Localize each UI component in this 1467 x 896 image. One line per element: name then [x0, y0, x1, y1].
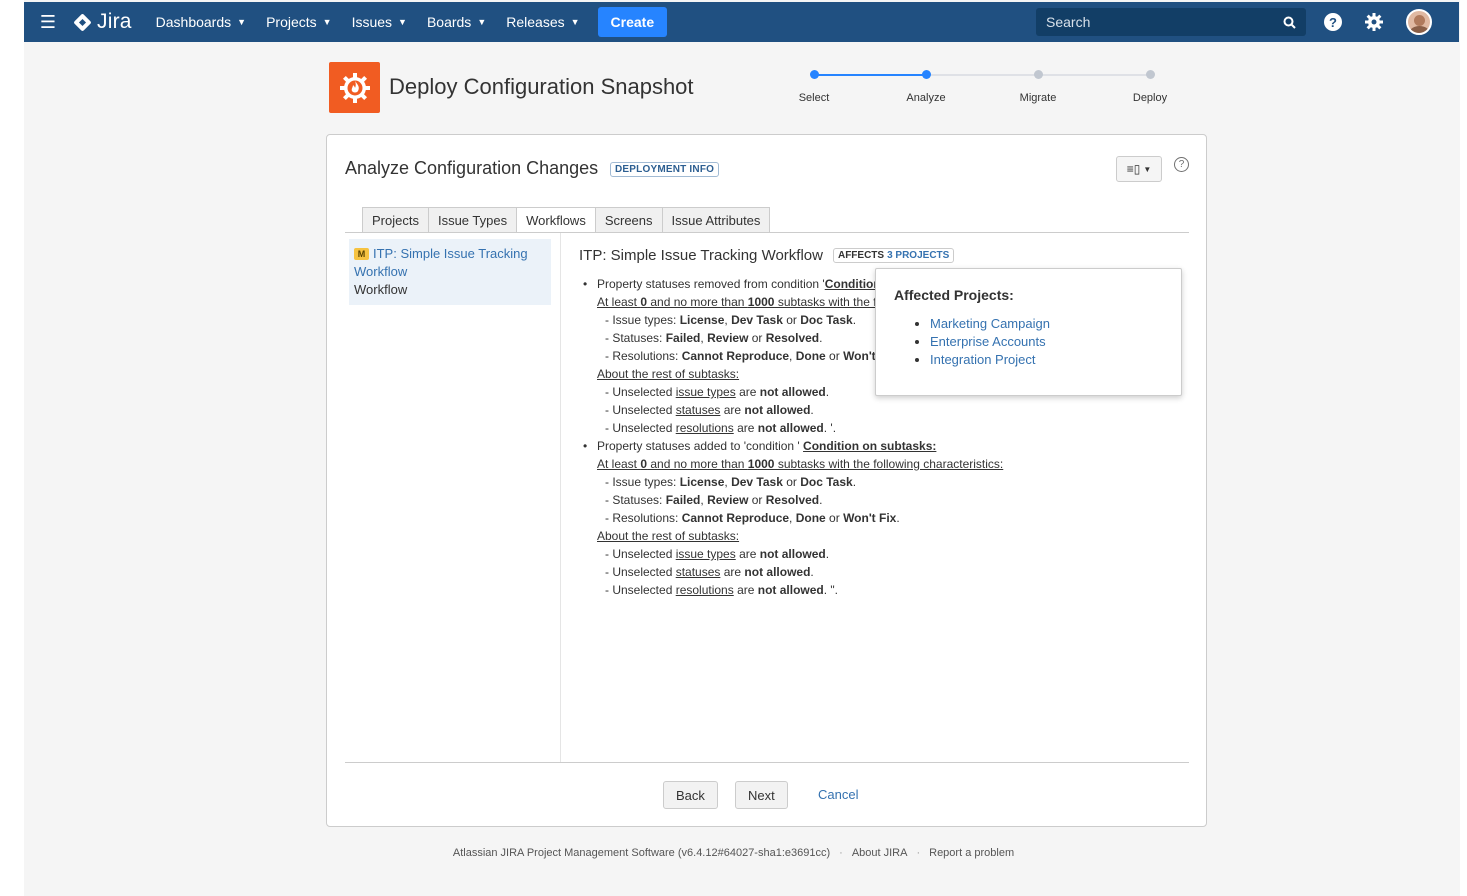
project-link[interactable]: Marketing Campaign	[930, 316, 1050, 331]
gear-flame-icon	[339, 72, 370, 103]
added-rest-label: About the rest of subtasks:	[597, 529, 740, 543]
footer-divider	[345, 762, 1189, 763]
sidebar-item-type: Workflow	[354, 282, 408, 297]
view-toggle-button[interactable]: ≡▯ ▼	[1116, 156, 1162, 182]
workflow-title: ITP: Simple Issue Tracking Workflow	[579, 247, 823, 264]
step-dot-migrate	[1034, 70, 1043, 79]
chevron-down-icon: ▼	[237, 17, 247, 27]
affects-count: 3 PROJECTS	[887, 250, 950, 261]
chevron-down-icon: ▼	[1143, 164, 1152, 174]
tab-divider	[345, 232, 1189, 233]
added-statuses-item: Property statuses added to 'condition ' …	[579, 437, 1179, 455]
gear-icon[interactable]	[1364, 12, 1384, 32]
list-item: Integration Project	[930, 351, 1163, 369]
next-button[interactable]: Next	[735, 781, 788, 809]
step-dot-analyze	[922, 70, 931, 79]
removed-prefix: Property statuses removed from condition…	[597, 277, 825, 291]
step-label-migrate: Migrate	[1019, 92, 1057, 104]
step-label-deploy: Deploy	[1132, 92, 1168, 104]
logo-text: Jira	[97, 10, 132, 33]
affected-projects-popover: Affected Projects: Marketing Campaign En…	[875, 268, 1182, 396]
page-title: Deploy Configuration Snapshot	[389, 74, 694, 99]
list-item: Marketing Campaign	[930, 315, 1163, 333]
cancel-link[interactable]: Cancel	[818, 787, 858, 802]
affects-projects-badge[interactable]: AFFECTS 3 PROJECTS	[832, 248, 955, 263]
popover-title: Affected Projects:	[894, 287, 1014, 303]
back-button[interactable]: Back	[663, 781, 718, 809]
help-icon[interactable]: ?	[1324, 13, 1342, 31]
removed-unselected-statuses: - Unselected statuses are not allowed.	[605, 403, 814, 417]
jira-logo[interactable]: Jira	[73, 10, 132, 34]
step-dot-deploy	[1146, 70, 1155, 79]
affects-label: AFFECTS	[837, 250, 885, 261]
report-problem-link[interactable]: Report a problem	[929, 847, 1014, 859]
project-link[interactable]: Integration Project	[930, 352, 1036, 367]
deploy-app-icon	[329, 62, 380, 113]
added-unselected-statuses: - Unselected statuses are not allowed.	[605, 565, 814, 579]
page-footer: Atlassian JIRA Project Management Softwa…	[0, 847, 1467, 859]
list-view-icon: ≡▯	[1126, 162, 1141, 176]
workflow-title-row: ITP: Simple Issue Tracking Workflow AFFE…	[579, 247, 1179, 264]
progress-stepper: Select Analyze Migrate Deploy	[770, 68, 1200, 108]
added-unselected-resolutions: - Unselected resolutions are not allowed…	[605, 583, 839, 597]
create-button[interactable]: Create	[597, 7, 668, 37]
search-box	[1036, 8, 1306, 36]
tab-screens[interactable]: Screens	[595, 207, 663, 233]
about-jira-link[interactable]: About JIRA	[852, 847, 908, 859]
tab-issue-types[interactable]: Issue Types	[428, 207, 518, 233]
chevron-down-icon: ▼	[398, 17, 407, 27]
tab-issue-attributes[interactable]: Issue Attributes	[662, 207, 771, 233]
sidebar-item-workflow[interactable]: M ITP: Simple Issue Tracking Workflow Wor…	[349, 239, 551, 305]
stepper-line-complete	[814, 74, 926, 76]
nav-releases[interactable]: Releases ▼	[496, 2, 589, 42]
footer-separator: ·	[916, 847, 921, 859]
added-range-line: At least 0 and no more than 1000 subtask…	[597, 457, 1004, 471]
nav-boards-label: Boards	[426, 14, 472, 30]
nav-releases-label: Releases	[506, 14, 565, 30]
vertical-divider	[560, 233, 561, 763]
step-label-analyze: Analyze	[906, 92, 946, 104]
nav-issues[interactable]: Issues ▼	[342, 2, 417, 42]
added-resolutions-line: - Resolutions: Cannot Reproduce, Done or…	[605, 511, 900, 525]
jira-diamond-icon	[73, 12, 92, 32]
chevron-down-icon: ▼	[477, 17, 487, 27]
analyze-panel: Analyze Configuration Changes DEPLOYMENT…	[326, 134, 1207, 827]
nav-projects[interactable]: Projects ▼	[256, 2, 342, 42]
removed-unselected-resolutions: - Unselected resolutions are not allowed…	[605, 421, 837, 435]
workflow-link[interactable]: ITP: Simple Issue Tracking Workflow	[354, 246, 528, 279]
condition-name: Condition on subtasks:	[803, 439, 937, 453]
added-unselected-issue-types: - Unselected issue types are not allowed…	[605, 547, 830, 561]
nav-dashboards[interactable]: Dashboards ▼	[146, 2, 256, 42]
search-input[interactable]	[1046, 14, 1266, 30]
user-avatar[interactable]	[1406, 9, 1432, 35]
nav-dashboards-label: Dashboards	[155, 14, 232, 30]
question-icon[interactable]: ?	[1174, 157, 1189, 172]
added-statuses-line: - Statuses: Failed, Review or Resolved.	[605, 493, 823, 507]
footer-separator: ·	[839, 847, 843, 859]
chevron-down-icon: ▼	[322, 17, 332, 27]
menu-icon[interactable]: ☰	[24, 2, 72, 42]
nav-issues-label: Issues	[351, 14, 393, 30]
nav-boards[interactable]: Boards ▼	[417, 2, 496, 42]
step-dot-select	[810, 70, 819, 79]
top-navigation-bar: ☰ Jira Dashboards ▼ Projects ▼ Issues ▼ …	[24, 2, 1459, 42]
step-label-select: Select	[798, 92, 830, 104]
tab-bar: Projects Issue Types Workflows Screens I…	[362, 207, 771, 233]
modified-badge: M	[354, 248, 369, 260]
tab-projects[interactable]: Projects	[362, 207, 429, 233]
deployment-info-badge[interactable]: DEPLOYMENT INFO	[610, 162, 720, 177]
chevron-down-icon: ▼	[570, 17, 580, 27]
added-prefix: Property statuses added to 'condition '	[597, 439, 804, 453]
project-link[interactable]: Enterprise Accounts	[930, 334, 1046, 349]
search-icon[interactable]	[1283, 16, 1296, 29]
added-issue-types-line: - Issue types: License, Dev Task or Doc …	[605, 475, 857, 489]
nav-icon-group: ?	[1324, 2, 1432, 42]
affected-projects-list: Marketing Campaign Enterprise Accounts I…	[930, 315, 1163, 369]
tab-workflows[interactable]: Workflows	[517, 207, 596, 233]
list-item: Enterprise Accounts	[930, 333, 1163, 351]
software-version: Atlassian JIRA Project Management Softwa…	[452, 847, 831, 859]
nav-projects-label: Projects	[266, 14, 317, 30]
panel-title: Analyze Configuration Changes	[345, 158, 599, 178]
